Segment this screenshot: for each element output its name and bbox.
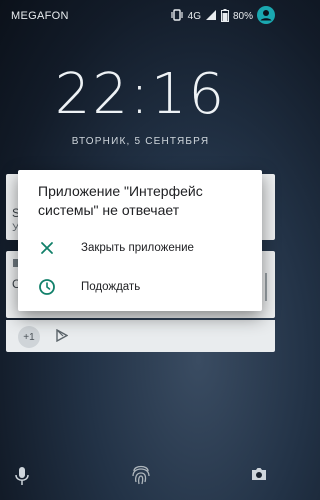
network-type: 4G [187, 11, 201, 22]
dialog-title: Приложение "Интерфейс системы" не отвеча… [38, 183, 203, 218]
status-icons: 4G 80% [170, 6, 275, 27]
close-app-button[interactable]: Закрыть приложение [18, 230, 262, 266]
close-app-label: Закрыть приложение [81, 242, 194, 254]
more-notifications-row[interactable]: +1 [6, 320, 275, 352]
battery-icon [220, 8, 229, 25]
account-icon[interactable] [257, 6, 275, 27]
status-bar: MEGAFON 4G 80% [0, 0, 281, 32]
camera-icon[interactable] [250, 466, 268, 487]
lockscreen-date: ВТОРНИК, 5 СЕНТЯБРЯ [71, 136, 210, 147]
lockscreen-clock: 22:16 [54, 62, 227, 127]
clock-icon [38, 278, 56, 296]
close-icon [38, 239, 56, 257]
wait-button[interactable]: Подождать [18, 269, 262, 305]
wait-label: Подождать [81, 281, 141, 293]
vibrate-icon [170, 9, 184, 24]
mic-icon[interactable] [14, 466, 30, 491]
scroll-indicator [265, 273, 267, 301]
carrier-name: MEGAFON [11, 10, 69, 22]
signal-icon [205, 9, 217, 24]
fingerprint-icon[interactable] [130, 462, 152, 491]
more-count-badge: +1 [18, 326, 40, 348]
play-store-icon [56, 328, 69, 347]
battery-level: 80% [232, 11, 253, 22]
